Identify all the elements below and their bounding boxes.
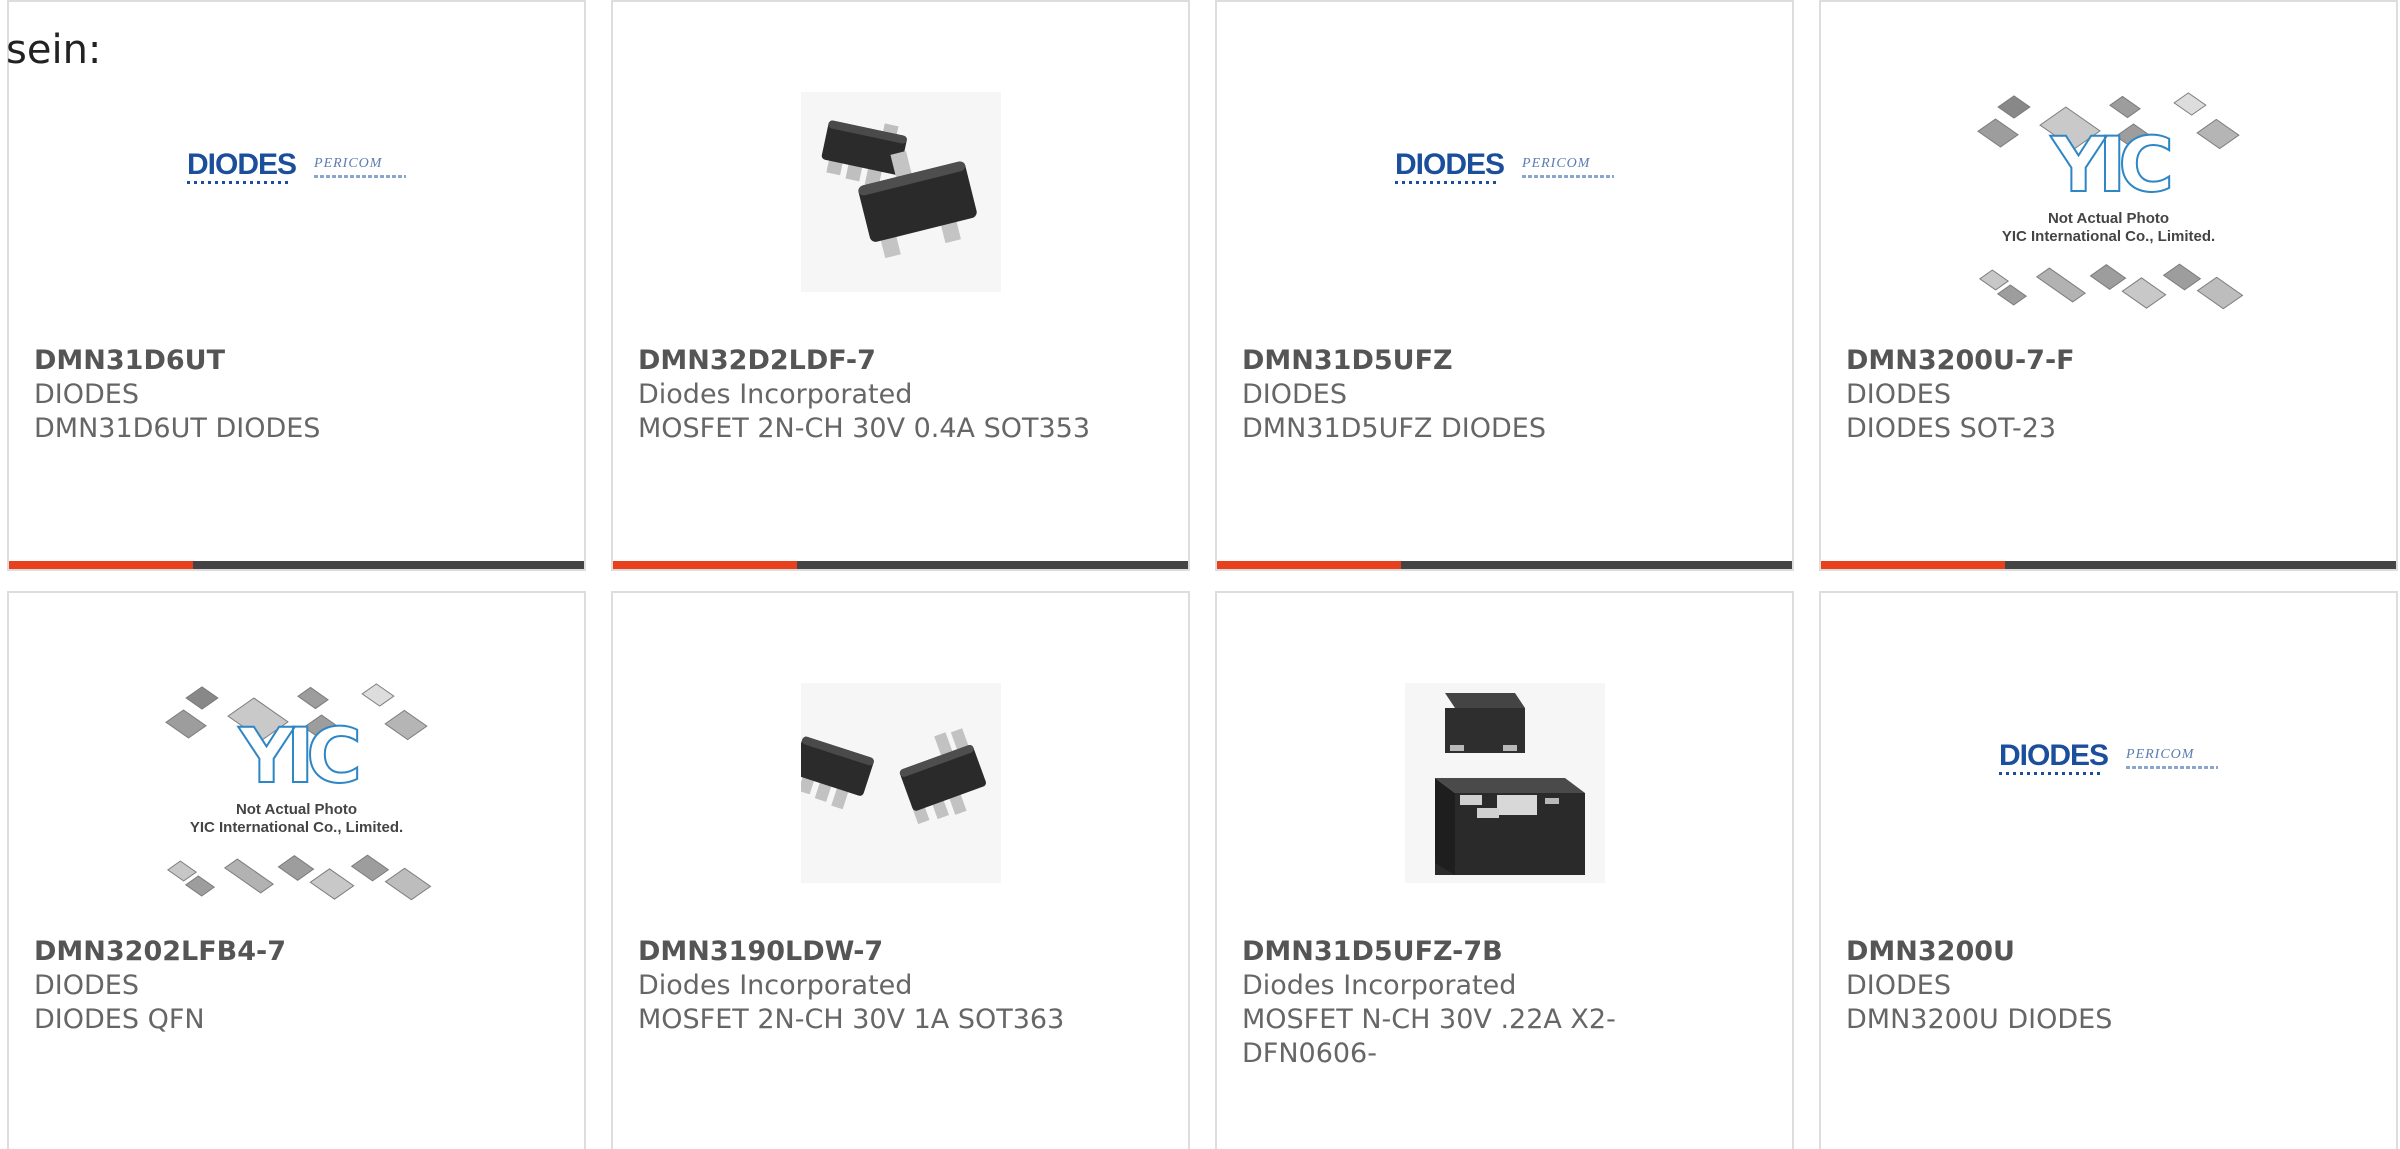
product-manufacturer: DIODES bbox=[34, 970, 139, 1001]
yic-logo: YIC bbox=[238, 711, 363, 800]
product-image[interactable] bbox=[1217, 633, 1792, 933]
product-image[interactable]: DIODES PERICOM bbox=[1821, 633, 2396, 933]
product-manufacturer: DIODES bbox=[34, 379, 139, 410]
product-part-number[interactable]: DMN3190LDW-7 bbox=[638, 935, 1163, 969]
yic-logo: YIC bbox=[2050, 120, 2175, 209]
product-card[interactable]: DMN32D2LDF-7 Diodes Incorporated MOSFET … bbox=[611, 0, 1190, 571]
product-card[interactable]: YIC Not Actual Photo YIC International C… bbox=[7, 591, 586, 1149]
card-progress-bar bbox=[1217, 561, 1792, 569]
product-card[interactable]: DMN31D5UFZ-7B Diodes Incorporated MOSFET… bbox=[1215, 591, 1794, 1149]
product-manufacturer: DIODES bbox=[1846, 379, 1951, 410]
card-progress-bar bbox=[1821, 561, 2396, 569]
product-image[interactable]: DIODES PERICOM bbox=[1217, 42, 1792, 342]
card-progress-fill bbox=[613, 561, 797, 569]
dfn-chip-photo bbox=[1404, 683, 1605, 883]
card-progress-fill bbox=[1217, 561, 1401, 569]
product-part-number[interactable]: DMN3200U bbox=[1846, 935, 2371, 969]
product-description: DIODES SOT-23 bbox=[1846, 413, 2057, 444]
yic-caption: Not Actual Photo YIC International Co., … bbox=[2001, 210, 2216, 245]
product-image[interactable]: DIODES PERICOM bbox=[9, 42, 584, 342]
product-description: DMN31D6UT DIODES bbox=[34, 413, 321, 444]
product-description: DMN3200U DIODES bbox=[1846, 1004, 2113, 1035]
product-card[interactable]: DIODES PERICOM DMN31D5UFZ DIODES DMN31D5… bbox=[1215, 0, 1794, 571]
product-info: DMN3200U-7-F DIODES DIODES SOT-23 bbox=[1846, 344, 2371, 446]
product-image[interactable] bbox=[613, 42, 1188, 342]
product-part-number[interactable]: DMN32D2LDF-7 bbox=[638, 344, 1163, 378]
product-info: DMN31D6UT DIODES DMN31D6UT DIODES bbox=[34, 344, 559, 446]
product-manufacturer: Diodes Incorporated bbox=[638, 379, 913, 410]
product-card[interactable]: DIODES PERICOM DMN31D6UT DIODES DMN31D6U… bbox=[7, 0, 586, 571]
card-progress-bar bbox=[9, 561, 584, 569]
product-info: DMN32D2LDF-7 Diodes Incorporated MOSFET … bbox=[638, 344, 1163, 446]
product-part-number[interactable]: DMN3200U-7-F bbox=[1846, 344, 2371, 378]
product-listing-page: DIODES PERICOM DMN31D6UT DIODES DMN31D6U… bbox=[0, 0, 2400, 1149]
product-description: MOSFET 2N-CH 30V 1A SOT363 bbox=[638, 1004, 1065, 1035]
diodes-pericom-logo: DIODES PERICOM bbox=[186, 149, 407, 184]
yic-caption: Not Actual Photo YIC International Co., … bbox=[189, 801, 404, 836]
product-description: DIODES QFN bbox=[34, 1004, 205, 1035]
product-card[interactable]: DIODES PERICOM DMN3200U DIODES DMN3200U … bbox=[1819, 591, 2398, 1149]
intro-text: sein: bbox=[6, 27, 102, 73]
yic-placeholder-image: YIC Not Actual Photo YIC International C… bbox=[1964, 67, 2254, 317]
product-card[interactable]: YIC Not Actual Photo YIC International C… bbox=[1819, 0, 2398, 571]
product-description: MOSFET 2N-CH 30V 0.4A SOT353 bbox=[638, 413, 1091, 444]
product-card[interactable]: DMN3190LDW-7 Diodes Incorporated MOSFET … bbox=[611, 591, 1190, 1149]
product-manufacturer: DIODES bbox=[1846, 970, 1951, 1001]
product-image[interactable]: YIC Not Actual Photo YIC International C… bbox=[1821, 42, 2396, 342]
product-grid: DIODES PERICOM DMN31D6UT DIODES DMN31D6U… bbox=[7, 0, 2398, 1149]
product-info: DMN31D5UFZ-7B Diodes Incorporated MOSFET… bbox=[1242, 935, 1767, 1071]
product-description: DMN31D5UFZ DIODES bbox=[1242, 413, 1546, 444]
card-progress-fill bbox=[1821, 561, 2005, 569]
product-part-number[interactable]: DMN31D6UT bbox=[34, 344, 559, 378]
yic-placeholder-image: YIC Not Actual Photo YIC International C… bbox=[152, 658, 442, 908]
product-part-number[interactable]: DMN3202LFB4-7 bbox=[34, 935, 559, 969]
product-info: DMN3190LDW-7 Diodes Incorporated MOSFET … bbox=[638, 935, 1163, 1037]
card-progress-fill bbox=[9, 561, 193, 569]
product-image[interactable]: YIC Not Actual Photo YIC International C… bbox=[9, 633, 584, 933]
product-info: DMN31D5UFZ DIODES DMN31D5UFZ DIODES bbox=[1242, 344, 1767, 446]
sot353-chip-photo bbox=[800, 92, 1001, 292]
product-description: MOSFET N-CH 30V .22A X2-DFN0606- bbox=[1242, 1004, 1616, 1069]
product-part-number[interactable]: DMN31D5UFZ bbox=[1242, 344, 1767, 378]
diodes-pericom-logo: DIODES PERICOM bbox=[1998, 740, 2219, 775]
diodes-pericom-logo: DIODES PERICOM bbox=[1394, 149, 1615, 184]
product-part-number[interactable]: DMN31D5UFZ-7B bbox=[1242, 935, 1767, 969]
sot363-chip-photo bbox=[800, 683, 1001, 883]
product-info: DMN3202LFB4-7 DIODES DIODES QFN bbox=[34, 935, 559, 1037]
product-image[interactable] bbox=[613, 633, 1188, 933]
product-manufacturer: Diodes Incorporated bbox=[638, 970, 913, 1001]
card-progress-bar bbox=[613, 561, 1188, 569]
product-manufacturer: DIODES bbox=[1242, 379, 1347, 410]
product-info: DMN3200U DIODES DMN3200U DIODES bbox=[1846, 935, 2371, 1037]
product-manufacturer: Diodes Incorporated bbox=[1242, 970, 1517, 1001]
